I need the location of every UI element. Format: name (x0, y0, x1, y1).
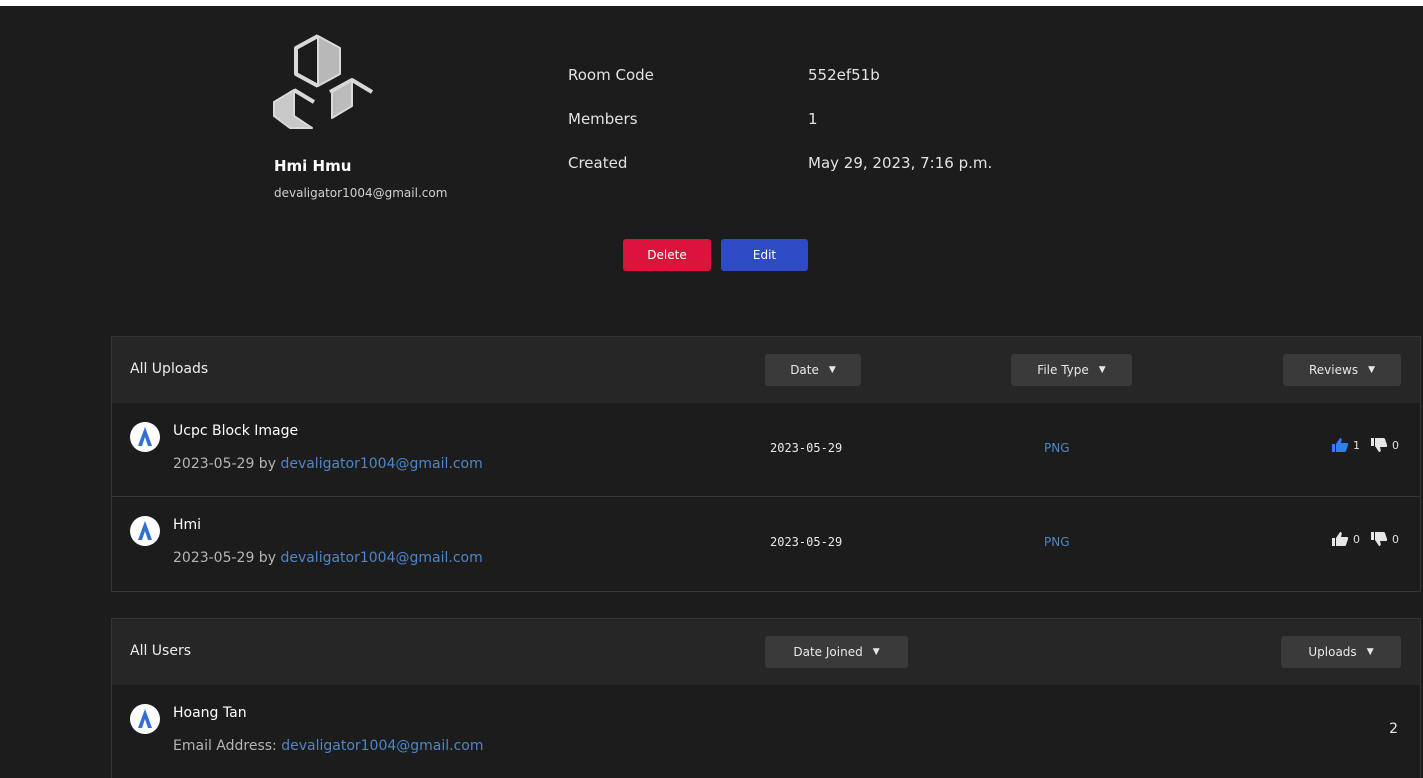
upload-title[interactable]: Ucpc Block Image (173, 423, 298, 439)
created-value: May 29, 2023, 7:16 p.m. (808, 154, 993, 172)
upload-row[interactable]: Hmi 2023-05-29 by devaligator1004@gmail.… (112, 497, 1420, 591)
members-value: 1 (808, 110, 818, 128)
caret-down-icon: ▼ (1366, 647, 1374, 657)
delete-button[interactable]: Delete (623, 239, 711, 271)
upload-date-prefix: 2023-05-29 by (173, 456, 276, 472)
upload-date: 2023-05-29 (770, 441, 843, 455)
sort-reviews-button[interactable]: Reviews ▼ (1283, 354, 1401, 386)
user-uploads-count: 2 (1389, 721, 1398, 737)
room-code-label: Room Code (568, 66, 654, 84)
uploads-panel-header: All Uploads Date ▼ File Type ▼ Reviews ▼ (112, 337, 1420, 403)
caret-down-icon: ▼ (872, 647, 880, 657)
thumbs-down-icon[interactable] (1370, 531, 1388, 547)
upload-date-prefix: 2023-05-29 by (173, 550, 276, 566)
sort-date-label: Date (790, 363, 819, 377)
thumbs-up-icon[interactable] (1331, 437, 1349, 453)
uploads-title: All Uploads (130, 361, 209, 377)
upload-author-link[interactable]: devaligator1004@gmail.com (280, 456, 482, 472)
room-code-value: 552ef51b (808, 66, 880, 84)
upload-row[interactable]: Ucpc Block Image 2023-05-29 by devaligat… (112, 403, 1420, 497)
upload-date: 2023-05-29 (770, 535, 843, 549)
sort-reviews-label: Reviews (1309, 363, 1359, 377)
members-label: Members (568, 110, 638, 128)
user-row[interactable]: Hoang Tan Email Address: devaligator1004… (112, 685, 1420, 778)
users-panel-header: All Users Date Joined ▼ Uploads ▼ (112, 619, 1420, 685)
review-counts: 0 0 (1331, 531, 1399, 547)
sort-file-type-button[interactable]: File Type ▼ (1011, 354, 1132, 386)
upload-author-link[interactable]: devaligator1004@gmail.com (280, 550, 482, 566)
profile-name: Hmi Hmu (274, 157, 352, 175)
likes-count: 1 (1353, 438, 1360, 452)
user-email-prefix: Email Address: (173, 738, 277, 754)
profile-email: devaligator1004@gmail.com (274, 186, 448, 200)
upload-file-type: PNG (1044, 441, 1070, 455)
upload-meta: 2023-05-29 by devaligator1004@gmail.com (173, 550, 483, 566)
uploads-panel: All Uploads Date ▼ File Type ▼ Reviews ▼… (111, 336, 1421, 592)
dislikes-count: 0 (1392, 532, 1399, 546)
room-page: Hmi Hmu devaligator1004@gmail.com Room C… (0, 0, 1423, 778)
avatar-icon (130, 704, 160, 734)
upload-meta: 2023-05-29 by devaligator1004@gmail.com (173, 456, 483, 472)
caret-down-icon: ▼ (1368, 365, 1375, 375)
review-counts: 1 0 (1331, 437, 1399, 453)
sort-date-button[interactable]: Date ▼ (765, 354, 861, 386)
sort-file-type-label: File Type (1037, 363, 1089, 377)
user-email-link[interactable]: devaligator1004@gmail.com (281, 738, 483, 754)
sort-uploads-label: Uploads (1308, 645, 1357, 659)
sort-date-joined-label: Date Joined (793, 645, 863, 659)
created-label: Created (568, 154, 628, 172)
thumbs-up-icon[interactable] (1331, 531, 1349, 547)
hexagon-cubes-logo-icon (273, 34, 374, 129)
dislikes-count: 0 (1392, 438, 1399, 452)
sort-date-joined-button[interactable]: Date Joined ▼ (765, 636, 908, 668)
upload-title[interactable]: Hmi (173, 517, 201, 533)
upload-file-type: PNG (1044, 535, 1070, 549)
user-email-line: Email Address: devaligator1004@gmail.com (173, 738, 484, 754)
caret-down-icon: ▼ (828, 365, 836, 375)
avatar-icon (130, 516, 160, 546)
likes-count: 0 (1353, 532, 1360, 546)
avatar-icon (130, 422, 160, 452)
sort-uploads-button[interactable]: Uploads ▼ (1281, 636, 1401, 668)
edit-button[interactable]: Edit (721, 239, 808, 271)
users-title: All Users (130, 643, 192, 659)
users-panel: All Users Date Joined ▼ Uploads ▼ Hoang … (111, 618, 1421, 778)
user-name[interactable]: Hoang Tan (173, 705, 247, 721)
top-edge (0, 0, 1423, 6)
caret-down-icon: ▼ (1098, 365, 1106, 375)
thumbs-down-icon[interactable] (1370, 437, 1388, 453)
